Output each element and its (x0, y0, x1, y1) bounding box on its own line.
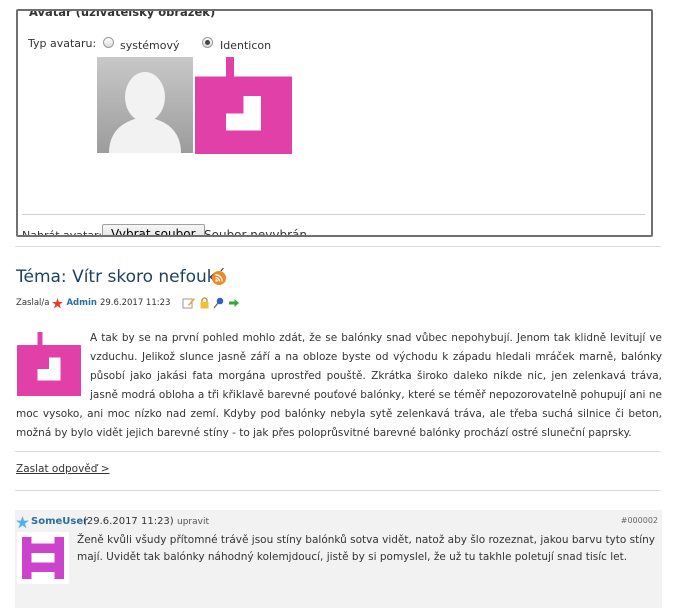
avatar-legend: Avatar (uživatelský obrázek) (26, 11, 219, 19)
upload-label: Nahrát avatar: (22, 229, 103, 237)
topic-body: A tak by se na první pohled mohlo zdát, … (16, 329, 662, 443)
avatar-fieldset: Avatar (uživatelský obrázek) Typ avataru… (16, 9, 653, 237)
topic-meta: Zaslal/a Admin 29.6.2017 11:23 (16, 297, 240, 309)
divider (15, 490, 661, 491)
radio-system-label[interactable]: systémový (120, 39, 180, 52)
lock-icon[interactable] (199, 297, 210, 309)
edit-icon[interactable] (182, 297, 196, 309)
choose-file-button[interactable]: Vybrat soubor (102, 224, 205, 235)
move-arrow-icon[interactable] (228, 298, 240, 308)
topic-body-text: A tak by se na první pohled mohlo zdát, … (16, 332, 662, 439)
rss-icon[interactable] (212, 271, 226, 285)
topic-title: Téma: Vítr skoro nefouká (16, 267, 227, 287)
admin-star-icon (52, 297, 64, 308)
reply-link[interactable]: Zaslat odpověď > (16, 463, 110, 475)
post-author-identicon (17, 332, 81, 396)
identicon-avatar-image[interactable] (195, 57, 292, 154)
comment-edit-link[interactable]: upravit (177, 517, 209, 527)
system-avatar-image[interactable] (97, 57, 193, 153)
comment: SomeUser (29.6.2017 11:23) upravit #0000… (15, 510, 662, 608)
upload-status: Soubor nevybrán (204, 228, 307, 237)
avatar-type-label: Typ avataru: (28, 37, 97, 50)
radio-system[interactable] (103, 37, 114, 48)
divider (15, 246, 661, 247)
topic-author[interactable]: Admin (66, 298, 97, 308)
comment-date: (29.6.2017 11:23) (83, 516, 174, 527)
fieldset-divider (22, 214, 645, 215)
pin-icon[interactable] (213, 297, 225, 309)
comment-user[interactable]: SomeUser (31, 516, 88, 527)
comment-text: Ženě kvůli všudy přítomné trávě jsou stí… (77, 534, 656, 563)
topic-date: 29.6.2017 11:23 (99, 298, 171, 308)
comment-id[interactable]: #000002 (621, 516, 658, 525)
comment-user-identicon (17, 532, 69, 584)
divider (15, 451, 661, 452)
radio-identicon-label[interactable]: Identicon (220, 39, 271, 52)
user-star-icon (16, 516, 29, 529)
radio-identicon[interactable] (202, 37, 213, 48)
posted-by-label: Zaslal/a (16, 298, 50, 308)
